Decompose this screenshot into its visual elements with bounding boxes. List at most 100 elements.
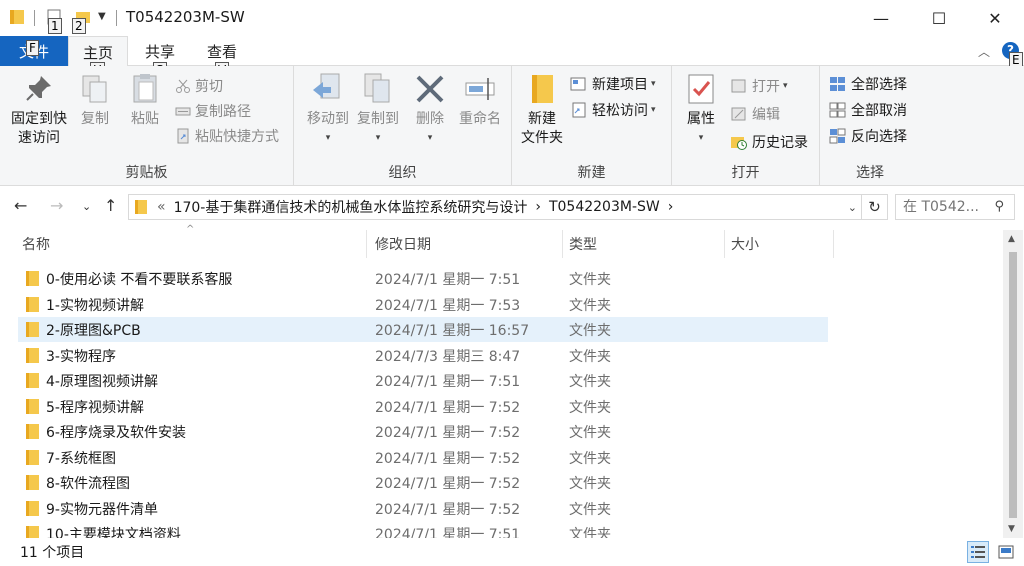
up-arrow-icon[interactable]: ↑ [104,196,117,215]
search-icon[interactable]: ⚲ [994,199,1004,214]
group-label-organize: 组织 [388,165,417,181]
breadcrumb-chevron-icon[interactable]: › [668,199,674,215]
move-to-button[interactable]: 移动到 ▾ [300,72,356,148]
pin-quick-access-button[interactable]: 固定到快 速访问 [6,72,72,148]
column-divider[interactable] [833,230,834,258]
column-header-size[interactable]: 大小 [731,234,759,254]
scroll-down-icon[interactable]: ▼ [1008,524,1015,534]
select-all-button[interactable]: 全部选择 [829,74,907,94]
vertical-scrollbar[interactable]: ▲ ▼ [1003,230,1023,538]
large-icons-view-button[interactable] [995,541,1017,563]
invert-selection-label: 反向选择 [851,129,907,145]
back-arrow-icon[interactable]: ← [14,196,27,215]
close-button[interactable]: ✕ [966,0,1024,36]
copy-to-button[interactable]: 复制到 ▾ [350,72,406,148]
customize-qat-icon[interactable]: ▼ [98,11,106,22]
breadcrumb-overflow[interactable]: « [157,199,166,215]
edit-button[interactable]: 编辑 [730,104,780,124]
file-name[interactable]: 4-原理图视频讲解 [46,371,158,391]
select-none-icon [829,102,846,118]
forward-arrow-icon[interactable]: → [50,196,63,215]
folder-icon [26,398,39,414]
open-button[interactable]: 打开 ▾ [730,76,788,96]
file-name[interactable]: 7-系统框图 [46,448,116,468]
rename-button[interactable]: 重命名 [454,72,506,129]
address-dropdown-icon[interactable]: ⌄ [848,201,857,214]
details-view-button[interactable] [967,541,989,563]
file-name[interactable]: 2-原理图&PCB [46,320,141,340]
file-name[interactable]: 6-程序烧录及软件安装 [46,422,186,442]
breadcrumb-parent[interactable]: 170-基于集群通信技术的机械鱼水体监控系统研究与设计 [174,197,528,217]
scissors-icon [176,79,190,93]
delete-button[interactable]: 删除 ▾ [410,72,450,148]
file-type: 文件夹 [569,323,611,339]
collapse-ribbon-icon[interactable]: ︿ [978,43,990,60]
copy-button[interactable]: 复制 [74,72,116,129]
column-divider[interactable] [724,230,725,258]
column-header-name[interactable]: 名称 [22,234,50,254]
invert-selection-button[interactable]: 反向选择 [829,126,907,146]
folder-icon [26,449,39,465]
history-label: 历史记录 [752,135,808,151]
properties-button[interactable]: 属性 ▾ [680,72,722,148]
file-row[interactable]: 3-实物程序 2024/7/3 星期三 8:47 文件夹 [18,343,828,368]
scroll-up-icon[interactable]: ▲ [1008,234,1015,244]
file-name[interactable]: 8-软件流程图 [46,473,130,493]
new-folder-button[interactable]: 新建 文件夹 [516,72,568,148]
file-row[interactable]: 9-实物元器件清单 2024/7/1 星期一 7:52 文件夹 [18,496,828,521]
file-name[interactable]: 1-实物视频讲解 [46,295,144,315]
new-item-button[interactable]: 新建项目 ▾ [570,74,656,94]
maximize-button[interactable]: ☐ [910,0,968,36]
address-bar[interactable]: « 170-基于集群通信技术的机械鱼水体监控系统研究与设计 › T0542203… [128,194,862,220]
file-row[interactable]: 7-系统框图 2024/7/1 星期一 7:52 文件夹 [18,445,828,470]
properties-icon [688,74,714,104]
large-icons-view-icon [998,545,1014,559]
select-none-button[interactable]: 全部取消 [829,100,907,120]
group-organize: 移动到 ▾ 复制到 ▾ 删除 ▾ 重命名 组织 [294,66,512,186]
breadcrumb-chevron-icon[interactable]: › [535,199,541,215]
open-label: 打开 [752,79,780,95]
copy-to-dropdown-icon: ▾ [375,133,381,143]
sort-ascending-icon: ^ [186,224,195,235]
cut-button[interactable]: 剪切 [175,76,223,96]
file-name[interactable]: 5-程序视频讲解 [46,397,144,417]
file-row[interactable]: 10-主要模块文档资料 2024/7/1 星期一 7:51 文件夹 [18,521,828,538]
keytip-qat-2: 2 [72,18,86,34]
file-row[interactable]: 6-程序烧录及软件安装 2024/7/1 星期一 7:52 文件夹 [18,419,828,444]
minimize-button[interactable]: — [852,0,910,36]
column-divider[interactable] [562,230,563,258]
history-button[interactable]: 历史记录 [730,132,808,152]
column-header-type[interactable]: 类型 [569,234,597,254]
file-row[interactable]: 8-软件流程图 2024/7/1 星期一 7:52 文件夹 [18,470,828,495]
paste-shortcut-button[interactable]: 粘贴快捷方式 [175,126,279,146]
file-name[interactable]: 3-实物程序 [46,346,116,366]
column-header-date[interactable]: 修改日期 [375,234,431,254]
file-row[interactable]: 4-原理图视频讲解 2024/7/1 星期一 7:51 文件夹 [18,368,828,393]
search-box[interactable]: ⚲ [895,194,1015,220]
properties-dropdown-icon: ▾ [698,133,704,143]
group-label-select: 选择 [856,165,884,181]
file-row[interactable]: 1-实物视频讲解 2024/7/1 星期一 7:53 文件夹 [18,292,828,317]
paste-shortcut-icon [177,128,189,144]
file-row[interactable]: 0-使用必读 不看不要联系客服 2024/7/1 星期一 7:51 文件夹 [18,266,828,291]
copy-icon [82,75,107,103]
move-to-label: 移动到 [307,111,349,127]
copy-path-button[interactable]: 复制路径 [175,101,251,121]
recent-locations-chevron-icon[interactable]: ⌄ [82,200,91,213]
refresh-icon[interactable]: ↻ [862,194,888,220]
paste-label: 粘贴 [131,111,159,127]
file-name[interactable]: 9-实物元器件清单 [46,499,158,519]
move-to-icon [313,73,340,99]
file-name[interactable]: 10-主要模块文档资料 [46,524,181,538]
file-row[interactable]: 2-原理图&PCB 2024/7/1 星期一 16:57 文件夹 [18,317,828,342]
folder-icon [26,500,39,516]
scroll-thumb[interactable] [1009,252,1017,518]
paste-button[interactable]: 粘贴 [124,72,166,129]
search-input[interactable] [903,199,983,215]
file-name[interactable]: 0-使用必读 不看不要联系客服 [46,269,232,289]
column-divider[interactable] [366,230,367,258]
breadcrumb-current[interactable]: T0542203M-SW [549,199,660,215]
folder-icon [26,424,39,439]
easy-access-button[interactable]: 轻松访问 ▾ [570,100,656,120]
file-row[interactable]: 5-程序视频讲解 2024/7/1 星期一 7:52 文件夹 [18,394,828,419]
